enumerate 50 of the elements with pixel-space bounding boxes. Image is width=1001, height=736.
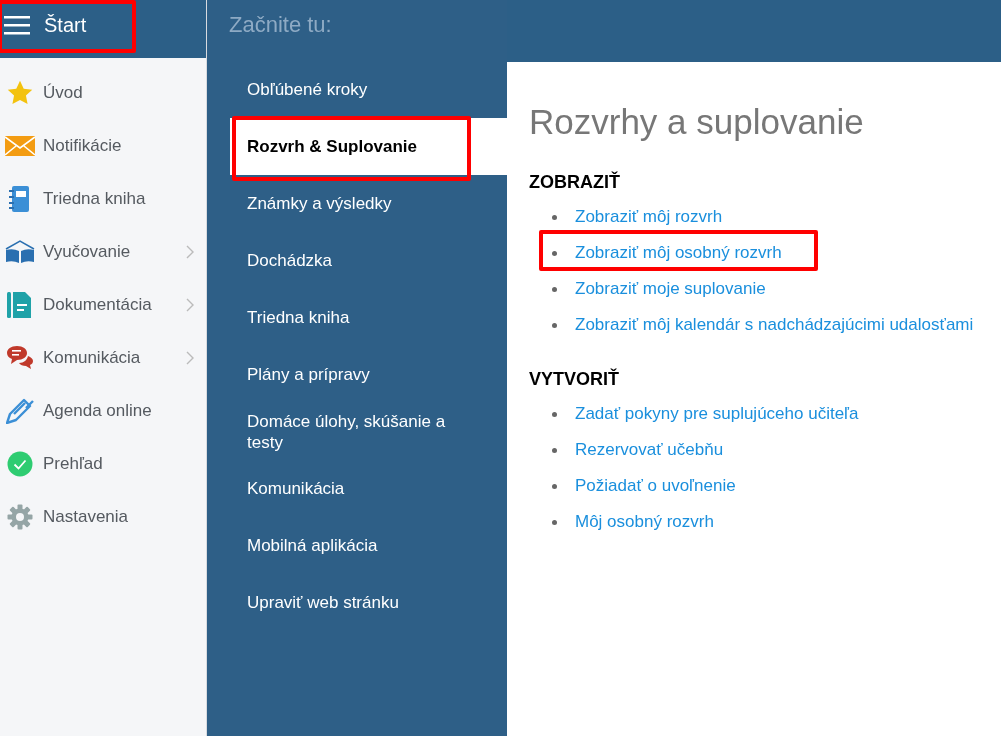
chat-bubbles-icon (6, 344, 34, 371)
link[interactable]: Môj osobný rozvrh (575, 512, 714, 532)
page-title: Rozvrhy a suplovanie (529, 102, 865, 142)
menu-item[interactable]: Obľúbené kroky (230, 61, 507, 118)
sidebar-item[interactable]: Nastavenia (0, 490, 206, 543)
link[interactable]: Zadať pokyny pre suplujúceho učiteľa (575, 404, 859, 424)
sidebar-item[interactable]: Notifikácie (0, 119, 206, 172)
sidebar-item[interactable]: Komunikácia (0, 331, 206, 384)
open-book-icon (5, 239, 35, 264)
menu-item[interactable]: Známky a výsledky (230, 175, 507, 232)
menu-item[interactable]: Domáce úlohy, skúšanie a testy (230, 403, 507, 460)
bullet-icon (552, 214, 557, 220)
bullet-icon (552, 447, 557, 453)
menu-item[interactable]: Komunikácia (230, 460, 507, 517)
sidebar-item[interactable]: Úvod (0, 66, 206, 119)
link[interactable]: Zobraziť môj rozvrh (575, 207, 723, 227)
menu-item[interactable]: Mobilná aplikácia (230, 517, 507, 574)
bullet-icon (552, 519, 557, 525)
menu-item[interactable]: Rozvrh & Suplovanie (230, 118, 507, 175)
link[interactable]: Rezervovať učebňu (575, 440, 724, 460)
bullet-icon (552, 483, 557, 489)
link[interactable]: Požiadať o uvoľnenie (575, 476, 736, 496)
section-heading: ZOBRAZIŤ (529, 172, 621, 193)
envelope-icon (5, 135, 35, 156)
sidebar-item[interactable]: Dokumentácia (0, 278, 206, 331)
sidebar-item[interactable]: Agenda online (0, 384, 206, 437)
document-icon (7, 291, 33, 318)
link[interactable]: Zobraziť môj kalendár s nadchádzajúcimi udalosťami (575, 315, 974, 335)
link[interactable]: Zobraziť moje suplovanie (575, 279, 766, 299)
notebook-icon (9, 185, 31, 212)
bullet-icon (552, 322, 557, 328)
menu-button[interactable] (4, 15, 30, 35)
section-heading: Začnite tu: (229, 12, 332, 38)
bullet-icon (552, 250, 557, 256)
bullet-icon (552, 411, 557, 417)
section-heading: VYTVORIŤ (529, 369, 620, 390)
check-badge-icon (7, 450, 33, 477)
app-title: Štart (44, 13, 87, 37)
menu-item[interactable]: Triedna kniha (230, 289, 507, 346)
sidebar-item[interactable]: Vyučovanie (0, 225, 206, 278)
menu-item[interactable]: Plány a prípravy (230, 346, 507, 403)
menu-item[interactable]: Dochádzka (230, 232, 507, 289)
sidebar-item[interactable]: Triedna kniha (0, 172, 206, 225)
pencil-icon (6, 397, 34, 424)
sidebar-item[interactable]: Prehľad (0, 437, 206, 490)
gear-icon (7, 503, 33, 530)
link[interactable]: Zobraziť môj osobný rozvrh (575, 243, 782, 263)
menu-icon (4, 15, 30, 35)
bullet-icon (552, 286, 557, 292)
menu-item[interactable]: Upraviť web stránku (230, 574, 507, 631)
